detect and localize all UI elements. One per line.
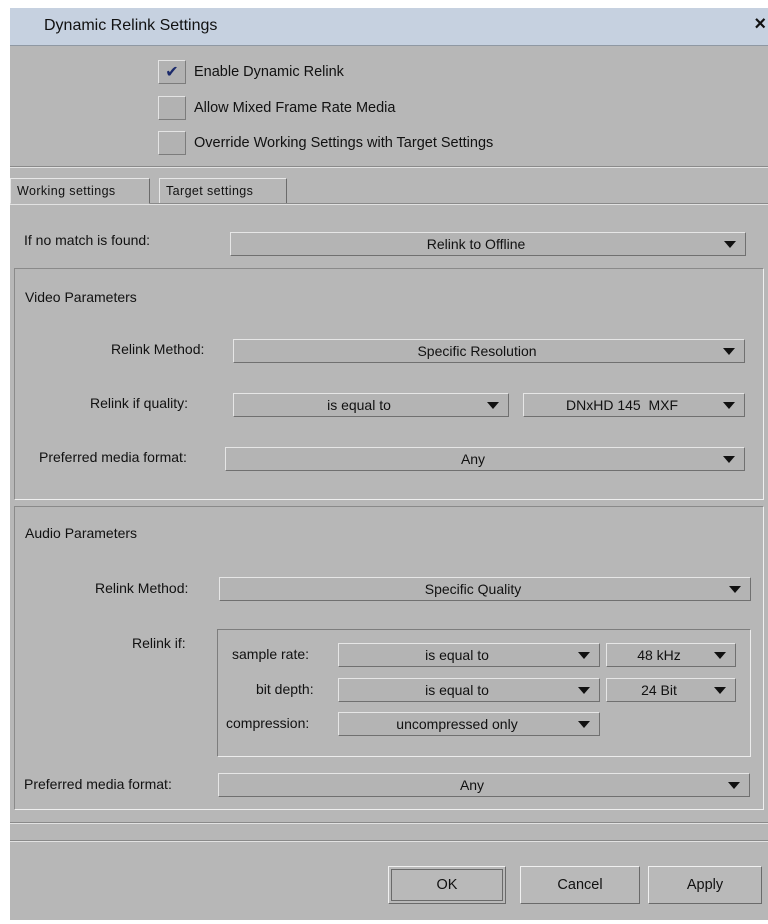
allow-mixed-frame-rate-label: Allow Mixed Frame Rate Media <box>194 100 396 116</box>
video-preferred-format-label: Preferred media format: <box>39 449 187 465</box>
audio-preferred-format-dropdown[interactable]: Any <box>218 773 750 797</box>
video-parameters-heading: Video Parameters <box>25 289 137 305</box>
override-working-settings-option[interactable]: Override Working Settings with Target Se… <box>158 131 493 155</box>
audio-parameters-heading: Audio Parameters <box>25 525 138 541</box>
chevron-down-icon <box>720 400 738 410</box>
no-match-value: Relink to Offline <box>426 236 526 252</box>
chevron-down-icon <box>721 239 739 249</box>
bit-depth-operator-dropdown[interactable]: is equal to <box>338 678 600 702</box>
chevron-down-icon <box>575 650 593 660</box>
video-parameters-group: Video Parameters Relink Method: Specific… <box>14 268 764 500</box>
audio-relink-conditions: sample rate: is equal to 48 kHz bit dept… <box>217 629 751 757</box>
allow-mixed-frame-rate-checkbox[interactable] <box>158 96 186 120</box>
sample-rate-operator-dropdown[interactable]: is equal to <box>338 643 600 667</box>
audio-parameters-group: Audio Parameters Relink Method: Specific… <box>14 506 764 810</box>
enable-dynamic-relink-label: Enable Dynamic Relink <box>194 64 344 80</box>
sample-rate-label: sample rate: <box>232 646 310 662</box>
sample-rate-value: 48 kHz <box>637 647 681 663</box>
cancel-button[interactable]: Cancel <box>520 866 640 904</box>
chevron-down-icon <box>575 719 593 729</box>
chevron-down-icon <box>720 454 738 464</box>
video-quality-operator-value: is equal to <box>327 397 391 413</box>
video-quality-value-dropdown[interactable]: DNxHD 145 MXF <box>523 393 745 417</box>
chevron-down-icon <box>711 685 729 695</box>
override-working-settings-label: Override Working Settings with Target Se… <box>194 135 494 151</box>
bit-depth-operator-value: is equal to <box>425 682 489 698</box>
audio-relink-method-dropdown[interactable]: Specific Quality <box>219 577 751 601</box>
no-match-dropdown[interactable]: Relink to Offline <box>230 232 746 256</box>
enable-dynamic-relink-checkbox[interactable]: ✔ <box>158 60 186 84</box>
tab-target-settings[interactable]: Target settings <box>159 178 287 204</box>
video-relink-method-value: Specific Resolution <box>417 343 537 359</box>
title-bar: Dynamic Relink Settings × <box>10 8 768 46</box>
video-relink-method-dropdown[interactable]: Specific Resolution <box>233 339 745 363</box>
bit-depth-value-dropdown[interactable]: 24 Bit <box>606 678 736 702</box>
chevron-down-icon <box>711 650 729 660</box>
tab-working-settings[interactable]: Working settings <box>10 178 150 204</box>
audio-preferred-format-label: Preferred media format: <box>24 776 172 792</box>
bit-depth-value: 24 Bit <box>641 682 677 698</box>
chevron-down-icon <box>720 346 738 356</box>
enable-dynamic-relink-option[interactable]: ✔ Enable Dynamic Relink <box>158 60 344 84</box>
bit-depth-label: bit depth: <box>256 681 314 697</box>
override-working-settings-checkbox[interactable] <box>158 131 186 155</box>
checkmark-icon: ✔ <box>165 64 179 81</box>
chevron-down-icon <box>575 685 593 695</box>
audio-relink-if-label: Relink if: <box>132 635 186 651</box>
video-quality-operator-dropdown[interactable]: is equal to <box>233 393 509 417</box>
video-quality-value: DNxHD 145 MXF <box>565 397 679 413</box>
sample-rate-operator-value: is equal to <box>425 647 489 663</box>
audio-relink-method-value: Specific Quality <box>424 581 522 597</box>
audio-relink-method-label: Relink Method: <box>95 580 189 596</box>
dialog-body: ✔ Enable Dynamic Relink Allow Mixed Fram… <box>10 46 768 920</box>
video-preferred-format-dropdown[interactable]: Any <box>225 447 745 471</box>
compression-value: uncompressed only <box>396 716 518 732</box>
window-title: Dynamic Relink Settings <box>44 17 218 34</box>
video-relink-quality-label: Relink if quality: <box>90 395 189 411</box>
apply-button[interactable]: Apply <box>648 866 762 904</box>
close-icon[interactable]: × <box>754 14 766 34</box>
chevron-down-icon <box>484 400 502 410</box>
separator <box>10 822 768 824</box>
no-match-label: If no match is found: <box>24 232 151 248</box>
separator <box>10 166 768 168</box>
separator <box>10 840 768 842</box>
chevron-down-icon <box>726 584 744 594</box>
allow-mixed-frame-rate-option[interactable]: Allow Mixed Frame Rate Media <box>158 96 395 120</box>
sample-rate-value-dropdown[interactable]: 48 kHz <box>606 643 736 667</box>
ok-button[interactable]: OK <box>388 866 506 904</box>
compression-label: compression: <box>226 715 310 731</box>
chevron-down-icon <box>725 780 743 790</box>
video-preferred-format-value: Any <box>460 451 486 467</box>
audio-preferred-format-value: Any <box>459 777 485 793</box>
compression-dropdown[interactable]: uncompressed only <box>338 712 600 736</box>
video-relink-method-label: Relink Method: <box>111 341 205 357</box>
